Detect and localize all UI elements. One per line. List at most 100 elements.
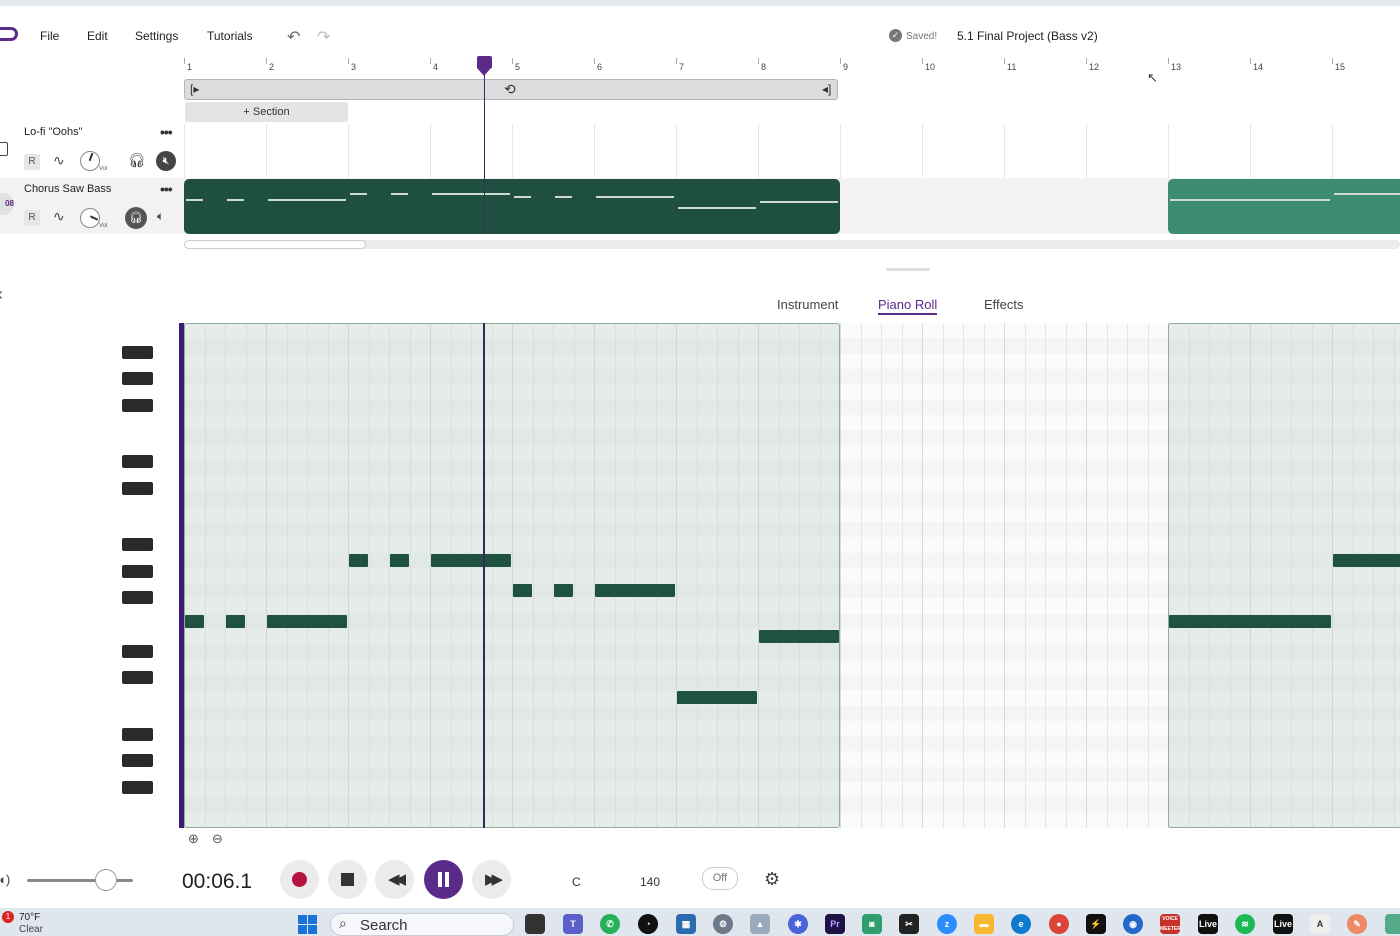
add-section-button[interactable]: + Section xyxy=(185,102,348,122)
loop-icon[interactable]: ⟲ xyxy=(504,81,516,98)
mute-active-icon[interactable]: 🔇︎ xyxy=(156,151,176,171)
menu-tutorials[interactable]: Tutorials xyxy=(207,29,253,43)
solo-headphones-active-icon[interactable]: 🎧︎ xyxy=(125,207,147,229)
loop-start-handle-icon[interactable]: [▸ xyxy=(190,82,199,96)
menu-settings[interactable]: Settings xyxy=(135,29,178,43)
piano-black-key[interactable] xyxy=(122,671,153,685)
chrome-icon[interactable]: ● xyxy=(1049,914,1069,934)
windows-start-icon[interactable] xyxy=(298,915,318,935)
taskbar-search[interactable] xyxy=(330,913,514,936)
file-explorer-icon[interactable]: ▬ xyxy=(974,914,994,934)
piano-black-key[interactable] xyxy=(122,591,153,605)
zoom-app-icon[interactable]: z xyxy=(937,914,957,934)
track-avatar-icon[interactable]: 08 xyxy=(0,193,14,215)
piano-black-key[interactable] xyxy=(122,372,153,386)
track-menu-oohs-icon[interactable]: ••• xyxy=(160,124,173,140)
bass-clip[interactable] xyxy=(1168,179,1400,234)
audio-app-icon[interactable]: ◉ xyxy=(1123,914,1143,934)
weather-condition[interactable]: Clear xyxy=(19,924,43,935)
tab-piano-roll[interactable]: Piano Roll xyxy=(878,297,938,315)
piano-black-key[interactable] xyxy=(122,481,153,495)
tab-effects[interactable]: Effects xyxy=(984,297,1024,312)
midi-note[interactable] xyxy=(185,614,204,628)
record-button[interactable] xyxy=(280,860,319,899)
weather-temperature[interactable]: 70°F xyxy=(19,912,40,923)
loop-end-handle-icon[interactable]: ◂] xyxy=(822,82,831,96)
calculator-icon[interactable]: ▦ xyxy=(676,914,696,934)
photos-icon[interactable]: ▲ xyxy=(750,914,770,934)
volume-knob-oohs[interactable] xyxy=(80,151,100,171)
track-name-oohs[interactable]: Lo-fi "Oohs" xyxy=(24,126,83,138)
zoom-out-icon[interactable]: ⊖ xyxy=(212,831,223,847)
piano-black-key[interactable] xyxy=(122,564,153,578)
automation-icon[interactable]: ∿ xyxy=(53,152,65,169)
piano-roll-grid[interactable] xyxy=(184,323,1400,828)
redo-icon[interactable]: ↷ xyxy=(317,27,330,47)
stop-button[interactable] xyxy=(328,860,367,899)
midi-note[interactable] xyxy=(349,553,368,567)
midi-note[interactable] xyxy=(431,553,511,567)
midi-note[interactable] xyxy=(267,614,347,628)
undo-icon[interactable]: ↶ xyxy=(287,27,300,47)
mute-icon[interactable]: 🔈︎ xyxy=(157,209,164,224)
paint-icon[interactable]: ✎ xyxy=(1347,914,1367,934)
piano-black-key[interactable] xyxy=(122,345,153,359)
menu-edit[interactable]: Edit xyxy=(87,29,108,43)
rewind-button[interactable]: ◀◀ xyxy=(375,860,414,899)
clip-region[interactable] xyxy=(1168,323,1400,828)
track-name-bass[interactable]: Chorus Saw Bass xyxy=(24,183,111,195)
automation-icon[interactable]: ∿ xyxy=(53,208,65,225)
menu-file[interactable]: File xyxy=(40,29,59,43)
piano-black-key[interactable] xyxy=(122,780,153,794)
midi-note[interactable] xyxy=(677,691,757,705)
weather-alert-badge[interactable]: 1 xyxy=(2,911,14,923)
midi-note[interactable] xyxy=(1333,553,1400,567)
teams-icon[interactable]: T xyxy=(563,914,583,934)
volume-knob-bass[interactable] xyxy=(80,208,100,228)
midi-note[interactable] xyxy=(390,553,409,567)
pause-button[interactable] xyxy=(424,860,463,899)
timeline-ruler[interactable]: 1 2 3 4 5 6 7 8 9 10 11 12 13 14 15 xyxy=(0,58,1400,78)
taskbar-search-text[interactable]: Search xyxy=(360,917,408,934)
settings-gear-icon[interactable]: ⚙ xyxy=(764,869,780,890)
midi-note[interactable] xyxy=(554,584,573,598)
whatsapp-icon[interactable]: ✆ xyxy=(600,914,620,934)
metronome-toggle[interactable]: Off xyxy=(702,867,738,890)
spotify-icon[interactable]: ≋ xyxy=(1235,914,1255,934)
master-volume-slider[interactable] xyxy=(27,879,133,882)
voicemeeter-icon[interactable]: VOICE MEETER xyxy=(1160,914,1181,934)
settings-app-icon[interactable]: ⚙ xyxy=(713,914,733,934)
solo-headphones-icon[interactable]: 🎧︎ xyxy=(128,152,146,169)
android-app-icon[interactable]: ◙ xyxy=(862,914,882,934)
bolt-app-icon[interactable]: ⚡ xyxy=(1086,914,1106,934)
midi-note[interactable] xyxy=(759,630,839,644)
record-arm-bass-button[interactable]: R xyxy=(24,210,40,226)
scrollbar-thumb[interactable] xyxy=(184,240,366,249)
midi-note[interactable] xyxy=(513,584,532,598)
midi-note[interactable] xyxy=(226,614,245,628)
record-arm-oohs-button[interactable]: R xyxy=(24,154,40,170)
task-view-icon[interactable] xyxy=(525,914,545,934)
track-menu-bass-icon[interactable]: ••• xyxy=(160,181,173,197)
app-logo-icon[interactable] xyxy=(0,27,18,41)
overflow-app-icon[interactable] xyxy=(1385,914,1400,934)
instrument-icon[interactable] xyxy=(0,142,8,156)
piano-black-key[interactable] xyxy=(122,455,153,469)
clock-app-icon[interactable]: ◔ xyxy=(638,914,658,934)
zoom-in-icon[interactable]: ⊕ xyxy=(188,831,199,847)
piano-keyboard[interactable] xyxy=(122,323,180,828)
midi-note[interactable] xyxy=(595,584,675,598)
key-signature[interactable]: C xyxy=(572,875,581,889)
midi-note[interactable] xyxy=(1169,614,1331,628)
capcut-icon[interactable]: ✂ xyxy=(899,914,919,934)
piano-black-key[interactable] xyxy=(122,538,153,552)
piano-black-key[interactable] xyxy=(122,754,153,768)
clip-region[interactable] xyxy=(184,323,840,828)
premiere-pro-icon[interactable]: Pr xyxy=(825,914,845,934)
document-app-icon[interactable]: A xyxy=(1310,914,1330,934)
tab-instrument[interactable]: Instrument xyxy=(777,297,838,312)
playhead-handle[interactable] xyxy=(477,56,492,68)
tempo-bpm[interactable]: 140 xyxy=(640,875,660,889)
ableton-live-icon[interactable]: Live xyxy=(1198,914,1218,934)
snowflake-app-icon[interactable]: ✱ xyxy=(788,914,808,934)
